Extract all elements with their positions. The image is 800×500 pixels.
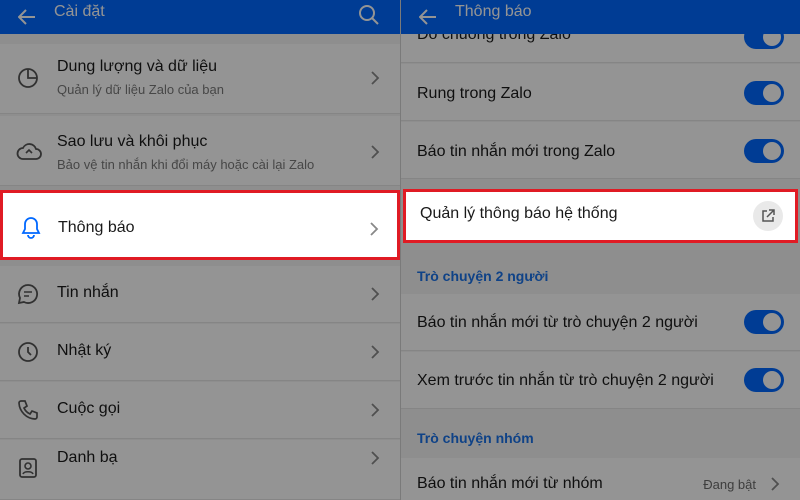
toggle-knob: [763, 84, 781, 102]
chevron-right-icon: [371, 145, 380, 159]
pie-chart-icon: [18, 68, 38, 88]
notifications-panel: Đổ chuông trong Zalo Thông báo Rung tron…: [401, 0, 800, 500]
direct-new-message-toggle[interactable]: [744, 310, 784, 334]
section-title: Trò chuyện 2 người: [417, 268, 549, 284]
back-arrow-icon[interactable]: [419, 9, 437, 25]
chevron-right-icon: [370, 222, 379, 236]
notification-row-title: Báo tin nhắn mới trong Zalo: [417, 143, 616, 160]
settings-item-storage[interactable]: Dung lượng và dữ liệu Quản lý dữ liệu Za…: [0, 44, 400, 114]
external-link-icon: [762, 209, 775, 222]
notification-row-title: Quản lý thông báo hệ thống: [420, 205, 618, 222]
chevron-right-icon: [371, 451, 380, 465]
back-arrow-icon[interactable]: [18, 9, 36, 25]
chat-bubble-icon: [17, 284, 39, 305]
notification-row-title: Xem trước tin nhắn từ trò chuyện 2 người: [417, 372, 714, 389]
settings-item-contacts[interactable]: Danh bạ: [0, 440, 400, 500]
cloud-sync-icon: [16, 143, 42, 160]
contacts-icon: [19, 458, 37, 478]
notifications-header: Thông báo: [401, 0, 800, 34]
notification-row-title: Báo tin nhắn mới từ trò chuyện 2 người: [417, 314, 698, 331]
notification-row-title: Rung trong Zalo: [417, 85, 532, 102]
settings-item-title: Sao lưu và khôi phục: [57, 133, 208, 150]
settings-item-title: Thông báo: [58, 219, 135, 236]
settings-header: Cài đặt: [0, 0, 400, 34]
section-header-group-chat: Trò chuyện nhóm: [401, 410, 800, 458]
settings-item-title: Cuộc gọi: [57, 400, 121, 417]
notification-row-vibrate: Rung trong Zalo: [401, 64, 800, 121]
notification-row-direct-preview: Xem trước tin nhắn từ trò chuyện 2 người: [401, 352, 800, 409]
search-icon[interactable]: [358, 4, 380, 26]
notification-row-new-message: Báo tin nhắn mới trong Zalo: [401, 122, 800, 179]
status-text: Đang bật: [703, 477, 756, 492]
chevron-right-icon: [371, 403, 380, 417]
settings-item-title: Tin nhắn: [57, 284, 119, 301]
settings-item-title: Nhật ký: [57, 342, 112, 359]
chevron-right-icon: [771, 477, 780, 491]
chevron-right-icon: [371, 345, 380, 359]
settings-item-title: Danh bạ: [57, 449, 118, 466]
bell-icon: [21, 217, 41, 239]
settings-item-messages[interactable]: Tin nhắn: [0, 266, 400, 323]
settings-panel: Cài đặt Dung lượng và dữ liệu Quản lý dữ…: [0, 0, 400, 500]
settings-item-subtitle: Quản lý dữ liệu Zalo của bạn: [57, 82, 224, 97]
toggle-knob: [763, 313, 781, 331]
direct-preview-toggle[interactable]: [744, 368, 784, 392]
phone-icon: [18, 400, 38, 420]
toggle-knob: [763, 142, 781, 160]
chevron-right-icon: [371, 71, 380, 85]
notification-row-direct-new-message: Báo tin nhắn mới từ trò chuyện 2 người: [401, 294, 800, 351]
settings-item-diary[interactable]: Nhật ký: [0, 324, 400, 381]
settings-item-calls[interactable]: Cuộc gọi: [0, 382, 400, 439]
vibrate-toggle[interactable]: [744, 81, 784, 105]
page-title: Thông báo: [455, 3, 532, 20]
new-message-toggle[interactable]: [744, 139, 784, 163]
settings-item-notifications[interactable]: Thông báo: [0, 190, 400, 260]
section-title: Trò chuyện nhóm: [417, 430, 534, 446]
settings-item-title: Dung lượng và dữ liệu: [57, 58, 217, 75]
notification-row-title: Báo tin nhắn mới từ nhóm: [417, 475, 603, 492]
clock-icon: [18, 342, 38, 362]
chevron-right-icon: [371, 287, 380, 301]
notification-row-group-new-message[interactable]: Báo tin nhắn mới từ nhóm Đang bật: [401, 458, 800, 500]
settings-item-subtitle: Bảo vệ tin nhắn khi đổi máy hoặc cài lại…: [57, 157, 315, 172]
notification-row-system[interactable]: Quản lý thông báo hệ thống: [403, 189, 798, 243]
page-title: Cài đặt: [54, 3, 105, 20]
open-external-button[interactable]: [753, 201, 783, 231]
toggle-knob: [763, 371, 781, 389]
settings-item-backup[interactable]: Sao lưu và khôi phục Bảo vệ tin nhắn khi…: [0, 116, 400, 186]
